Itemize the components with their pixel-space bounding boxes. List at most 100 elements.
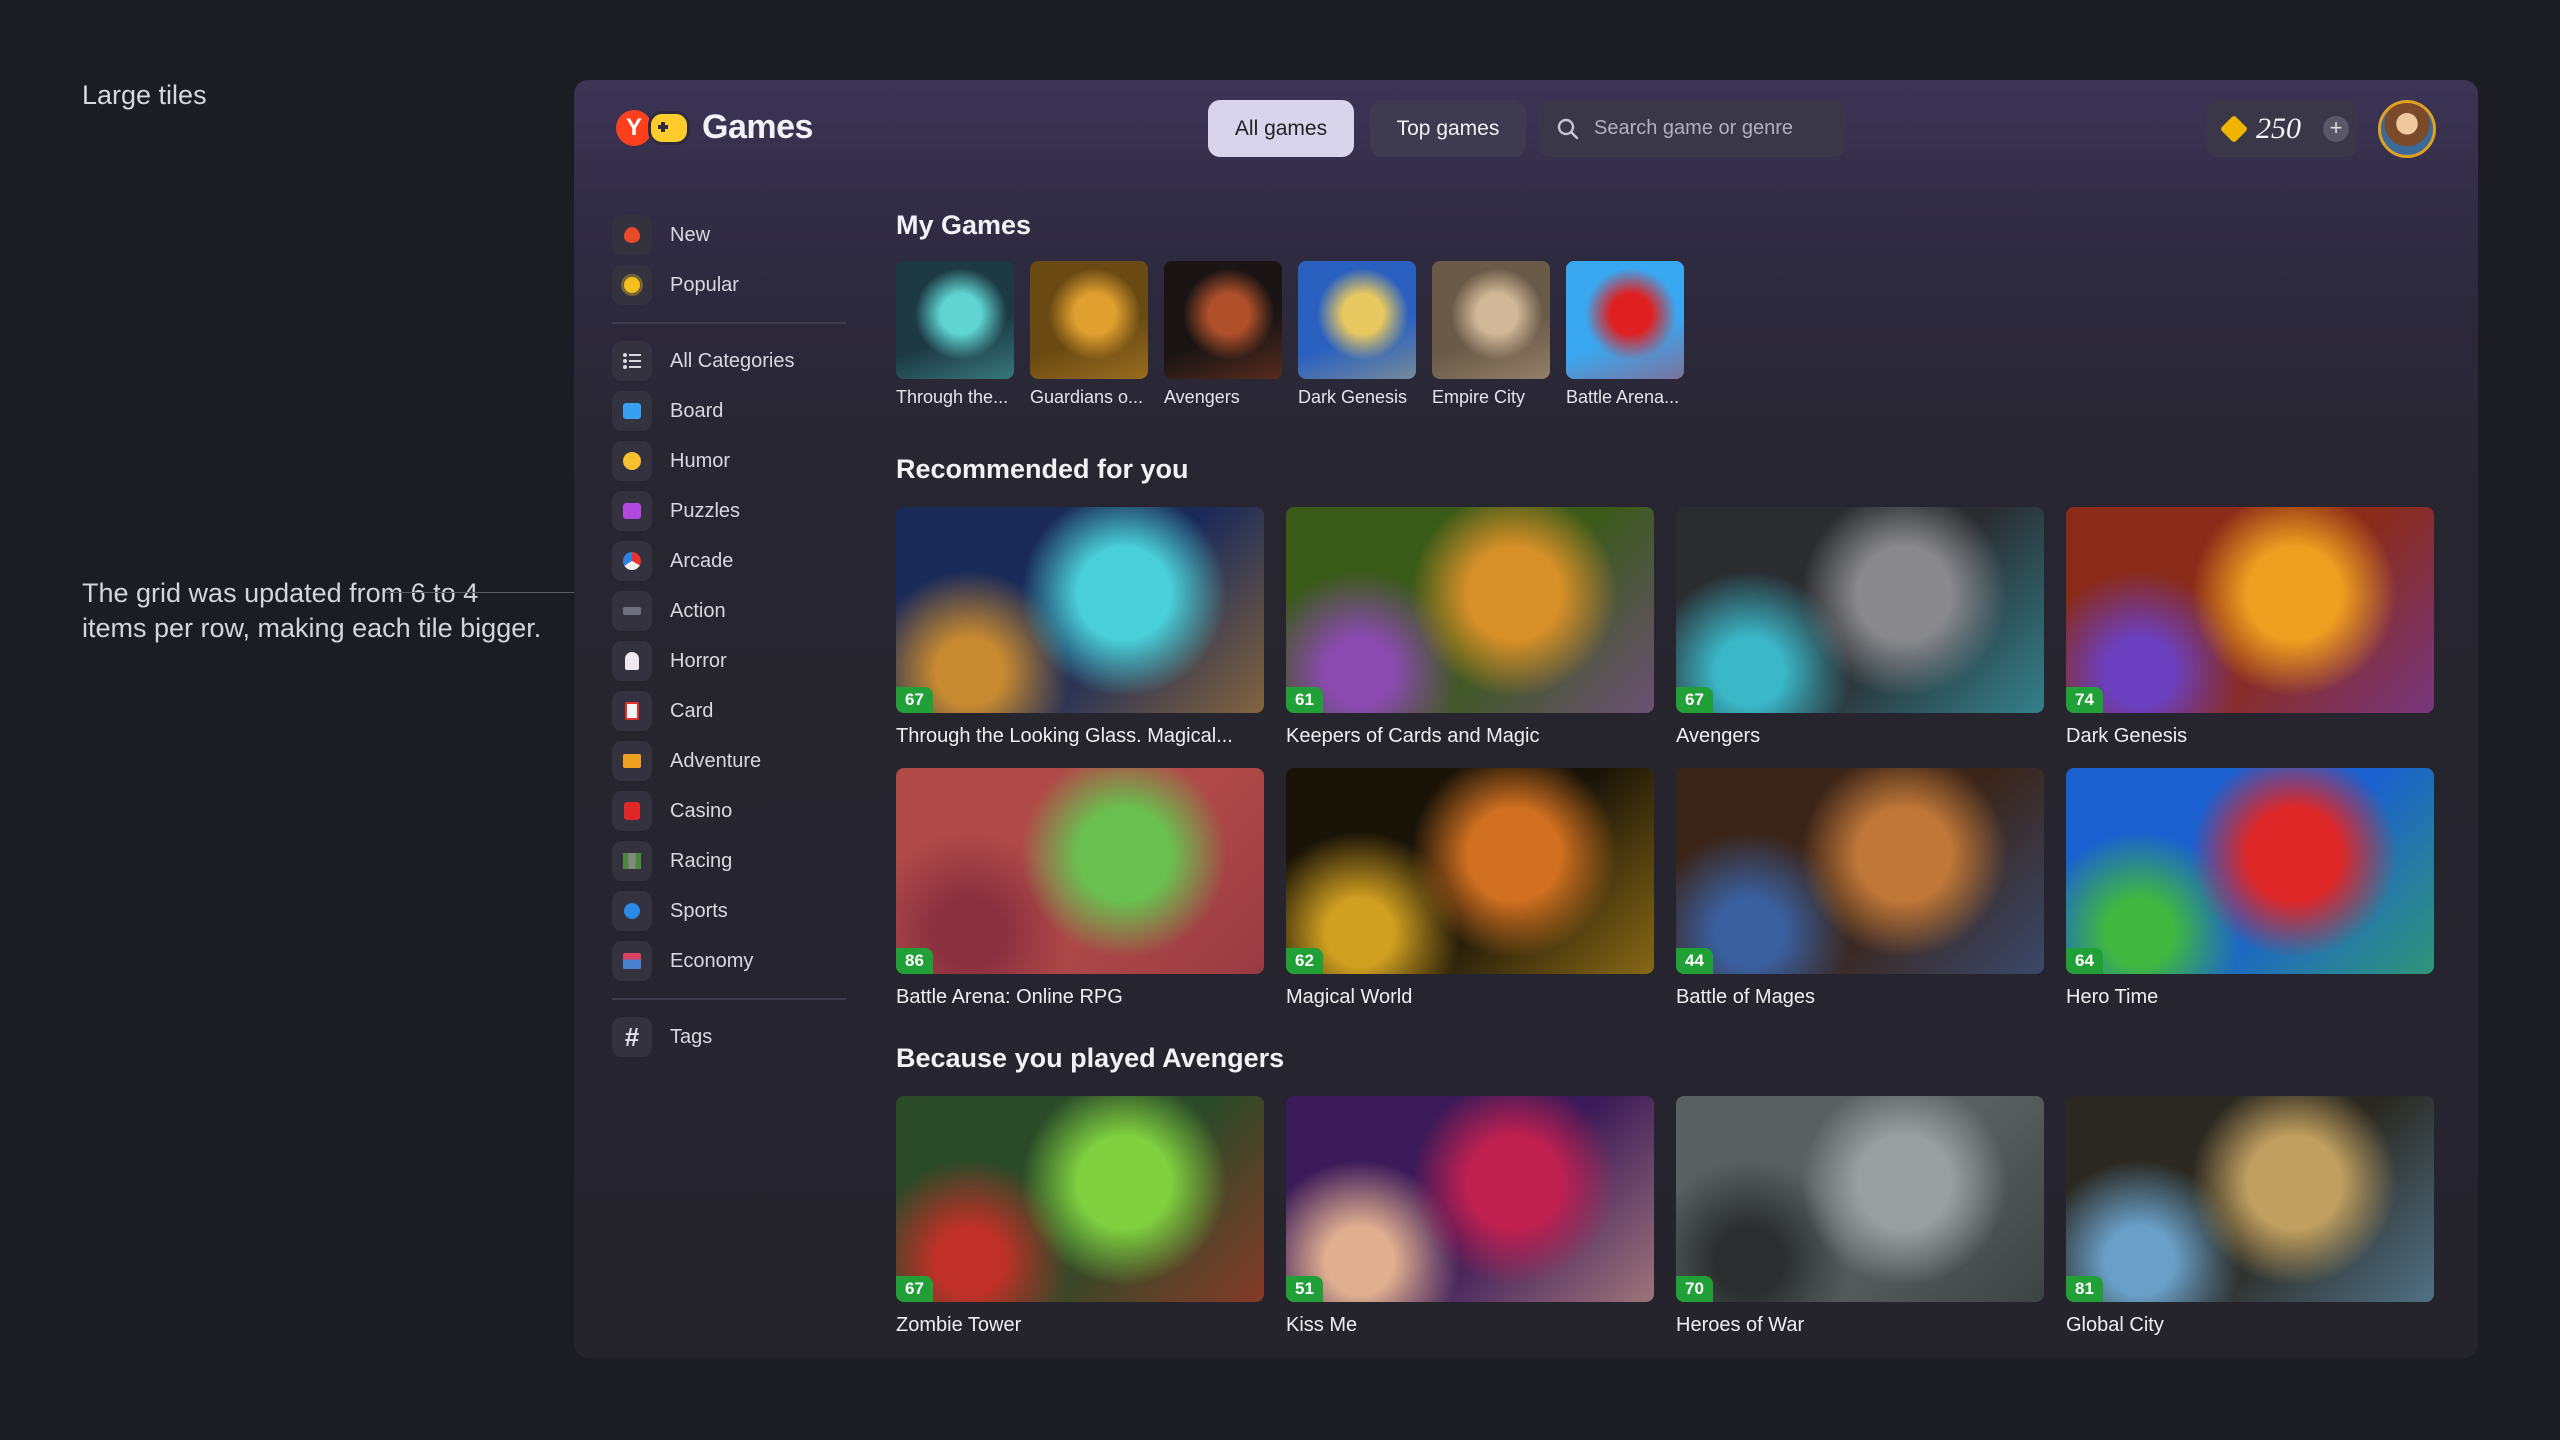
sidebar-item-casino[interactable]: Casino — [612, 786, 822, 836]
my-game-item[interactable]: Empire City — [1432, 261, 1550, 408]
game-cover: 67 — [896, 1096, 1264, 1302]
recommended-grid: 67 Through the Looking Glass. Magical... 6… — [896, 507, 2436, 1009]
game-tile[interactable]: 70 Heroes of War — [1676, 1096, 2044, 1337]
game-title: Dark Genesis — [1298, 387, 1408, 407]
my-game-item[interactable]: Battle Arena... — [1566, 261, 1684, 408]
rating-badge: 67 — [896, 1276, 933, 1302]
sidebar-item-label: Board — [670, 399, 724, 422]
game-tile[interactable]: 67 Zombie Tower — [896, 1096, 1264, 1337]
game-tile[interactable]: 44 Battle of Mages — [1676, 768, 2044, 1009]
sidebar-item-label: All Categories — [670, 349, 795, 372]
slot-icon — [612, 791, 652, 831]
sidebar-item-adventure[interactable]: Adventure — [612, 736, 822, 786]
game-cover: 62 — [1286, 768, 1654, 974]
sidebar-item-card[interactable]: Card — [612, 686, 822, 736]
rating-badge: 86 — [896, 948, 933, 974]
game-tile[interactable]: 64 Hero Time — [2066, 768, 2434, 1009]
my-game-item[interactable]: Through the... — [896, 261, 1014, 408]
rating-badge: 70 — [1676, 1276, 1713, 1302]
sidebar-item-label: Racing — [670, 849, 733, 872]
game-title: Battle of Mages — [1676, 986, 1815, 1008]
sidebar-item-popular[interactable]: Popular — [612, 260, 822, 310]
annotation-text: The grid was updated from 6 to 4 items p… — [82, 578, 542, 643]
my-games-row: Through the... Guardians o... Avengers Dark… — [896, 261, 2436, 408]
game-title: Heroes of War — [1676, 1314, 1805, 1336]
sidebar-item-humor[interactable]: Humor — [612, 436, 822, 486]
shop-icon — [612, 941, 652, 981]
fire-icon — [612, 215, 652, 255]
sidebar-item-arcade[interactable]: Arcade — [612, 536, 822, 586]
sidebar-item-label: Adventure — [670, 749, 762, 772]
rating-badge: 61 — [1286, 687, 1323, 713]
game-thumbnail — [896, 261, 1014, 379]
game-title: Magical World — [1286, 986, 1413, 1008]
game-title: Avengers — [1676, 725, 1761, 747]
canvas-title: Large tiles — [82, 80, 207, 110]
game-tile[interactable]: 67 Avengers — [1676, 507, 2044, 748]
hash-icon: # — [612, 1017, 652, 1057]
game-tile[interactable]: 74 Dark Genesis — [2066, 507, 2434, 748]
game-tile[interactable]: 62 Magical World — [1286, 768, 1654, 1009]
search-box[interactable] — [1538, 100, 1846, 157]
sidebar-item-label: Tags — [670, 1025, 713, 1048]
game-title: Through the Looking Glass. Magical... — [896, 725, 1233, 747]
map-icon — [612, 741, 652, 781]
sidebar-item-tags[interactable]: # Tags — [612, 1012, 822, 1062]
game-thumbnail — [1164, 261, 1282, 379]
plus-icon[interactable]: + — [2323, 115, 2349, 142]
rating-badge: 67 — [896, 687, 933, 713]
smile-icon — [612, 441, 652, 481]
sidebar-item-board[interactable]: Board — [612, 386, 822, 436]
search-input[interactable] — [1594, 117, 1824, 140]
sidebar-item-all-categories[interactable]: All Categories — [612, 336, 822, 386]
section-title-because-played: Because you played Avengers — [896, 1043, 1285, 1073]
search-icon — [1557, 118, 1579, 139]
sidebar-divider — [612, 998, 846, 1000]
sidebar-item-horror[interactable]: Horror — [612, 636, 822, 686]
board-icon — [612, 391, 652, 431]
game-thumbnail — [1432, 261, 1550, 379]
sidebar-item-label: Arcade — [670, 549, 734, 572]
gun-icon — [612, 591, 652, 631]
app-window: Y Games All games Top games 250 + New Po… — [574, 80, 2478, 1358]
game-tile[interactable]: 51 Kiss Me — [1286, 1096, 1654, 1337]
sidebar-item-new[interactable]: New — [612, 210, 822, 260]
game-title: Global City — [2066, 1314, 2164, 1336]
my-game-item[interactable]: Avengers — [1164, 261, 1282, 408]
game-title: Through the... — [896, 387, 1009, 407]
avatar[interactable] — [2378, 100, 2436, 158]
my-game-item[interactable]: Guardians o... — [1030, 261, 1148, 408]
sidebar-divider — [612, 322, 846, 324]
sidebar-item-racing[interactable]: Racing — [612, 836, 822, 886]
games-logo[interactable]: Y Games — [616, 108, 813, 147]
game-tile[interactable]: 81 Global City — [2066, 1096, 2434, 1337]
rating-badge: 44 — [1676, 948, 1713, 974]
game-tile[interactable]: 61 Keepers of Cards and Magic — [1286, 507, 1654, 748]
coin-balance[interactable]: 250 + — [2206, 100, 2358, 157]
main-content: My Games Through the... Guardians o... Ave… — [896, 210, 2436, 1337]
tab-all-games[interactable]: All games — [1208, 100, 1354, 157]
sidebar-item-sports[interactable]: Sports — [612, 886, 822, 936]
sidebar-item-puzzles[interactable]: Puzzles — [612, 486, 822, 536]
game-tile[interactable]: 86 Battle Arena: Online RPG — [896, 768, 1264, 1009]
yandex-logo-icon: Y — [616, 109, 652, 146]
list-icon — [612, 341, 652, 381]
sidebar-item-label: Casino — [670, 799, 733, 822]
my-game-item[interactable]: Dark Genesis — [1298, 261, 1416, 408]
section-title-my-games: My Games — [896, 210, 1032, 240]
game-title: Empire City — [1432, 387, 1526, 407]
ball-icon — [612, 541, 652, 581]
game-tile[interactable]: 67 Through the Looking Glass. Magical... — [896, 507, 1264, 748]
game-cover: 51 — [1286, 1096, 1654, 1302]
game-title: Kiss Me — [1286, 1314, 1358, 1336]
sidebar-item-label: Humor — [670, 449, 731, 472]
tab-top-games[interactable]: Top games — [1370, 100, 1526, 157]
rating-badge: 62 — [1286, 948, 1323, 974]
sidebar-item-action[interactable]: Action — [612, 586, 822, 636]
game-title: Dark Genesis — [2066, 725, 2188, 747]
sidebar: New Popular All Categories Board Humor P… — [612, 210, 846, 1062]
gamepad-icon — [648, 110, 690, 145]
sidebar-item-economy[interactable]: Economy — [612, 936, 822, 986]
game-cover: 44 — [1676, 768, 2044, 974]
section-title-recommended: Recommended for you — [896, 454, 1189, 484]
